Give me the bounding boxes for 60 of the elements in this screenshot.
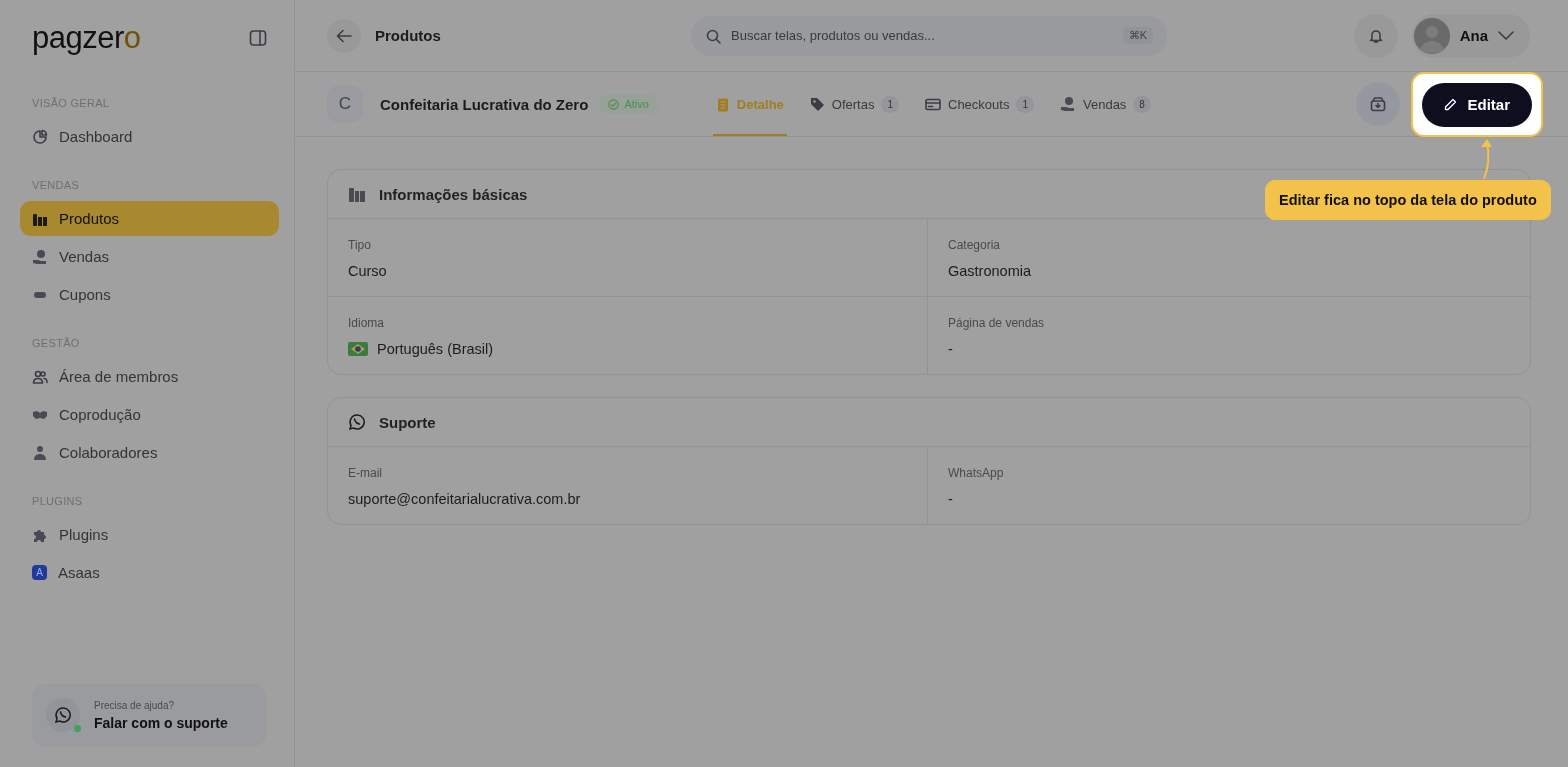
product-name: Confeitaria Lucrativa do Zero	[380, 95, 589, 113]
person-icon	[32, 444, 48, 461]
tour-callout: Editar fica no topo da tela do produto	[1265, 180, 1551, 220]
back-button[interactable]	[327, 18, 361, 53]
sidebar-item[interactable]: Vendas	[20, 239, 279, 274]
chevron-down-icon	[1498, 31, 1514, 40]
pointer-arrow	[1478, 138, 1493, 180]
field-label: Categoria	[948, 238, 1002, 252]
field-value: Curso	[348, 263, 387, 279]
bell-icon	[1368, 27, 1383, 44]
avatar-icon	[1413, 17, 1450, 54]
tab[interactable]: Ofertas 1	[806, 72, 902, 136]
sidebar-toggle-icon[interactable]	[249, 28, 267, 47]
sidebar-item[interactable]: Área de membros	[20, 359, 279, 394]
whatsapp-icon	[348, 413, 366, 431]
status-badge: Ativo	[599, 94, 658, 114]
sidebar-item[interactable]: Coprodução	[20, 397, 279, 432]
page-title: Produtos	[375, 27, 442, 44]
support-link[interactable]: Falar com o suporte	[94, 714, 228, 731]
product-avatar: C	[327, 86, 363, 122]
arrow-left-icon	[336, 28, 352, 43]
sidebar-item[interactable]: Produtos	[20, 201, 279, 236]
card-icon	[925, 97, 941, 111]
edit-button[interactable]: Editar	[1422, 82, 1532, 127]
card-title: Suporte	[379, 413, 436, 431]
hand-coin-icon	[1060, 96, 1076, 112]
clipboard-icon	[715, 96, 730, 112]
archive-icon	[1370, 96, 1387, 112]
sidebar-item[interactable]: A Asaas	[20, 555, 279, 590]
user-menu[interactable]: Ana	[1411, 13, 1530, 58]
whatsapp-icon	[54, 706, 72, 724]
field-label: WhatsApp	[948, 466, 1005, 480]
field-label: Tipo	[348, 238, 372, 252]
boxes-icon	[348, 186, 366, 202]
logo: pagzero	[32, 19, 141, 56]
tag-icon	[809, 96, 825, 112]
sidebar-item[interactable]: Plugins	[20, 517, 279, 552]
help-hint: Precisa de ajuda?	[94, 699, 176, 711]
field-value: suporte@confeitarialucrativa.com.br	[348, 491, 581, 507]
field-label: E-mail	[348, 466, 383, 480]
field-value: Gastronomia	[948, 263, 1031, 279]
brazil-flag-icon	[348, 342, 368, 356]
pencil-icon	[1444, 98, 1458, 111]
field-label: Página de vendas	[948, 316, 1046, 330]
archive-button[interactable]	[1356, 82, 1401, 126]
field-value: Português (Brasil)	[377, 341, 494, 357]
app-logo: A	[32, 565, 47, 580]
hand-coin-icon	[32, 248, 48, 265]
sidebar-item[interactable]: Colaboradores	[20, 435, 279, 470]
field-value: -	[948, 491, 953, 507]
chart-icon	[32, 128, 48, 145]
sidebar-item[interactable]: Cupons	[20, 277, 279, 312]
card-title: Informações básicas	[379, 185, 528, 203]
field-value: -	[948, 341, 953, 357]
users-icon	[32, 368, 48, 385]
tab[interactable]: Checkouts 1	[922, 72, 1037, 136]
support-card[interactable]: Precisa de ajuda? Falar com o suporte	[32, 684, 266, 746]
tab[interactable]: Vendas 8	[1057, 72, 1154, 136]
sidebar-item[interactable]: Dashboard	[20, 119, 279, 154]
field-label: Idioma	[348, 316, 386, 330]
